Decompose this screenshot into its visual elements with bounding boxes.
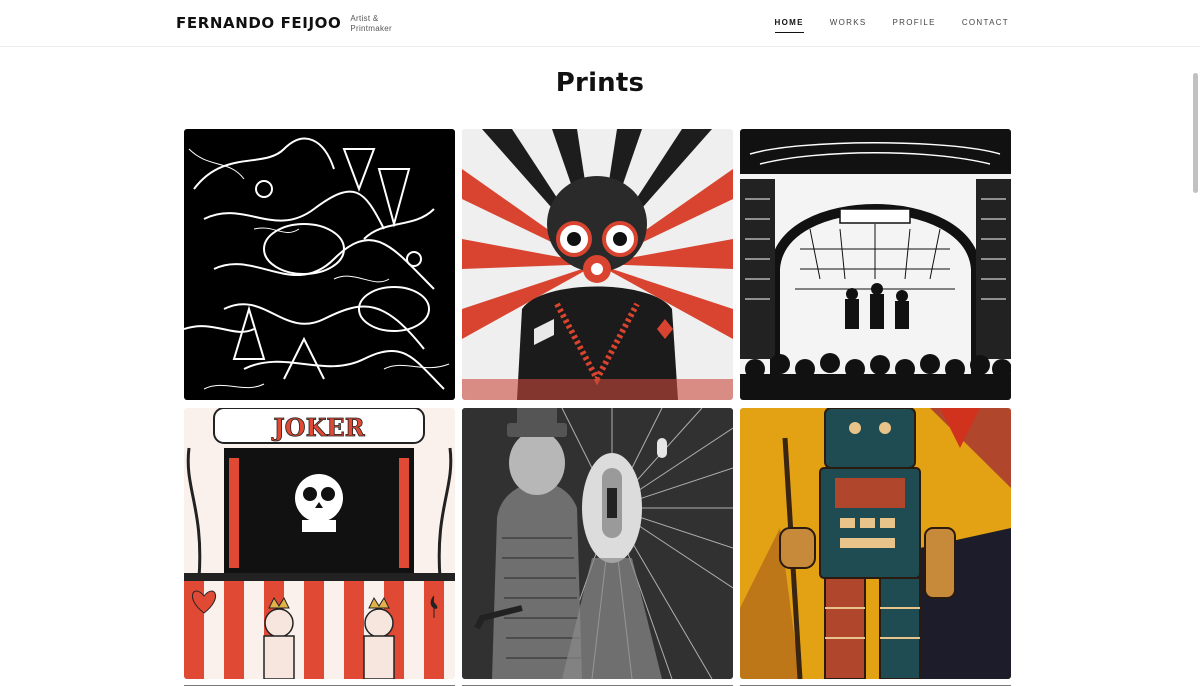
figure-reliquary-image xyxy=(462,408,733,679)
page-title: Prints xyxy=(555,68,645,98)
crowd-arena-image xyxy=(740,129,1011,400)
gallery-item-skeleton-riders[interactable] xyxy=(184,129,455,400)
gallery-item-figure-reliquary[interactable] xyxy=(462,408,733,679)
page-scrollbar[interactable] xyxy=(1190,48,1200,686)
brand-name[interactable]: FERNANDO FEIJOO xyxy=(176,14,341,32)
gallery-item-robot-warrior[interactable] xyxy=(740,408,1011,679)
prints-gallery: JOKER xyxy=(184,129,1011,679)
gallery-item-joker-theatre[interactable]: JOKER xyxy=(184,408,455,679)
gallery-item-gas-mask-soldier[interactable] xyxy=(462,129,733,400)
gallery-item-crowd-arena[interactable] xyxy=(740,129,1011,400)
nav-home[interactable]: HOME xyxy=(774,18,804,33)
nav-contact[interactable]: CONTACT xyxy=(962,18,1009,33)
robot-warrior-image xyxy=(740,408,1011,679)
joker-theatre-image: JOKER xyxy=(184,408,455,679)
gas-mask-soldier-image xyxy=(462,129,733,400)
nav-profile[interactable]: PROFILE xyxy=(892,18,935,33)
scrollbar-thumb[interactable] xyxy=(1193,73,1198,193)
site-header: FERNANDO FEIJOO Artist & Printmaker HOME… xyxy=(0,0,1200,47)
main-nav: HOME WORKS PROFILE CONTACT xyxy=(774,18,1009,33)
svg-text:JOKER: JOKER xyxy=(271,413,365,442)
skeleton-riders-image xyxy=(184,129,455,400)
brand-tagline: Artist & Printmaker xyxy=(350,14,393,33)
brand[interactable]: FERNANDO FEIJOO Artist & Printmaker xyxy=(176,14,400,34)
nav-works[interactable]: WORKS xyxy=(830,18,867,33)
